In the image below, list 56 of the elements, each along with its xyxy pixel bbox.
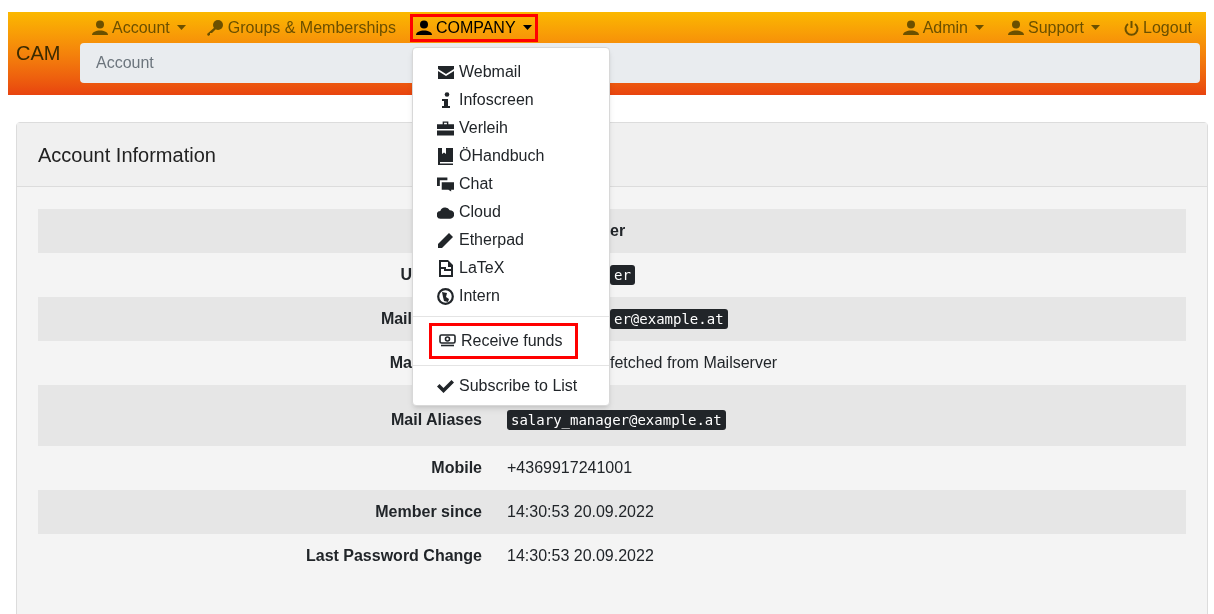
field-value: 14:30:53 20.09.2022 bbox=[507, 547, 654, 564]
field-value: +4369917241001 bbox=[507, 459, 633, 476]
cloud-icon bbox=[437, 205, 454, 219]
menu-item[interactable]: Etherpad bbox=[413, 226, 609, 254]
menu-item[interactable]: Cloud bbox=[413, 198, 609, 226]
nav-link[interactable]: Admin bbox=[896, 13, 990, 42]
menu-item[interactable]: Intern bbox=[413, 282, 609, 310]
caret-icon bbox=[522, 25, 532, 30]
field-value: er bbox=[610, 222, 626, 239]
field-label: Mail bbox=[380, 310, 412, 327]
nav-link[interactable]: Logout bbox=[1118, 13, 1198, 42]
menu-item[interactable]: Subscribe to List bbox=[413, 372, 609, 400]
check-icon bbox=[437, 379, 454, 393]
caret-icon bbox=[975, 25, 984, 30]
pencil-icon bbox=[437, 231, 454, 249]
caret-icon bbox=[176, 25, 186, 30]
person-icon bbox=[902, 20, 919, 35]
field-label: Ma bbox=[389, 354, 412, 371]
code-value: salary_manager@example.at bbox=[507, 410, 726, 430]
menu-item[interactable]: Chat bbox=[413, 170, 609, 198]
menu-item[interactable]: Infoscreen bbox=[413, 86, 609, 114]
menu-item[interactable]: Verleih bbox=[413, 114, 609, 142]
nav-link[interactable]: Groups & Memberships bbox=[199, 13, 402, 42]
nav-link[interactable]: Support bbox=[1002, 13, 1107, 42]
money-icon bbox=[439, 334, 456, 348]
field-label: U bbox=[400, 266, 412, 283]
field-label: Mobile bbox=[431, 459, 482, 476]
power-icon bbox=[1124, 19, 1140, 36]
breadcrumb-item[interactable]: Account bbox=[96, 51, 154, 75]
field-label: Member since bbox=[375, 503, 482, 520]
briefcase-icon bbox=[437, 120, 454, 136]
nav-link[interactable]: Account bbox=[86, 13, 192, 42]
menu-item[interactable]: Webmail bbox=[413, 58, 609, 86]
caret-icon bbox=[1091, 25, 1101, 30]
envelope-icon bbox=[437, 65, 454, 79]
field-label: Mail Aliases bbox=[391, 411, 482, 428]
person-icon bbox=[1008, 20, 1024, 35]
menu-item[interactable]: ÖHandbuch bbox=[413, 142, 609, 170]
chat-icon bbox=[437, 176, 454, 192]
menu-item[interactable]: Receive funds bbox=[429, 323, 578, 359]
field-value: 14:30:53 20.09.2022 bbox=[507, 503, 654, 520]
card-title: Account Information bbox=[38, 142, 216, 168]
code-value: er bbox=[610, 265, 635, 285]
info-icon bbox=[440, 91, 451, 109]
field-label: Last Password Change bbox=[305, 547, 482, 564]
globe-icon bbox=[437, 287, 454, 305]
field-value: fetched from Mailserver bbox=[610, 354, 778, 371]
code-value: er@example.at bbox=[610, 309, 728, 329]
person-icon bbox=[92, 20, 108, 35]
file-icon bbox=[438, 259, 453, 277]
menu-item[interactable]: LaTeX bbox=[413, 254, 609, 282]
person-icon bbox=[415, 20, 432, 35]
key-icon bbox=[205, 19, 224, 36]
nav-link[interactable]: COMPANY bbox=[409, 13, 538, 42]
book-icon bbox=[438, 147, 453, 165]
brand-title[interactable]: CAM bbox=[8, 12, 80, 95]
